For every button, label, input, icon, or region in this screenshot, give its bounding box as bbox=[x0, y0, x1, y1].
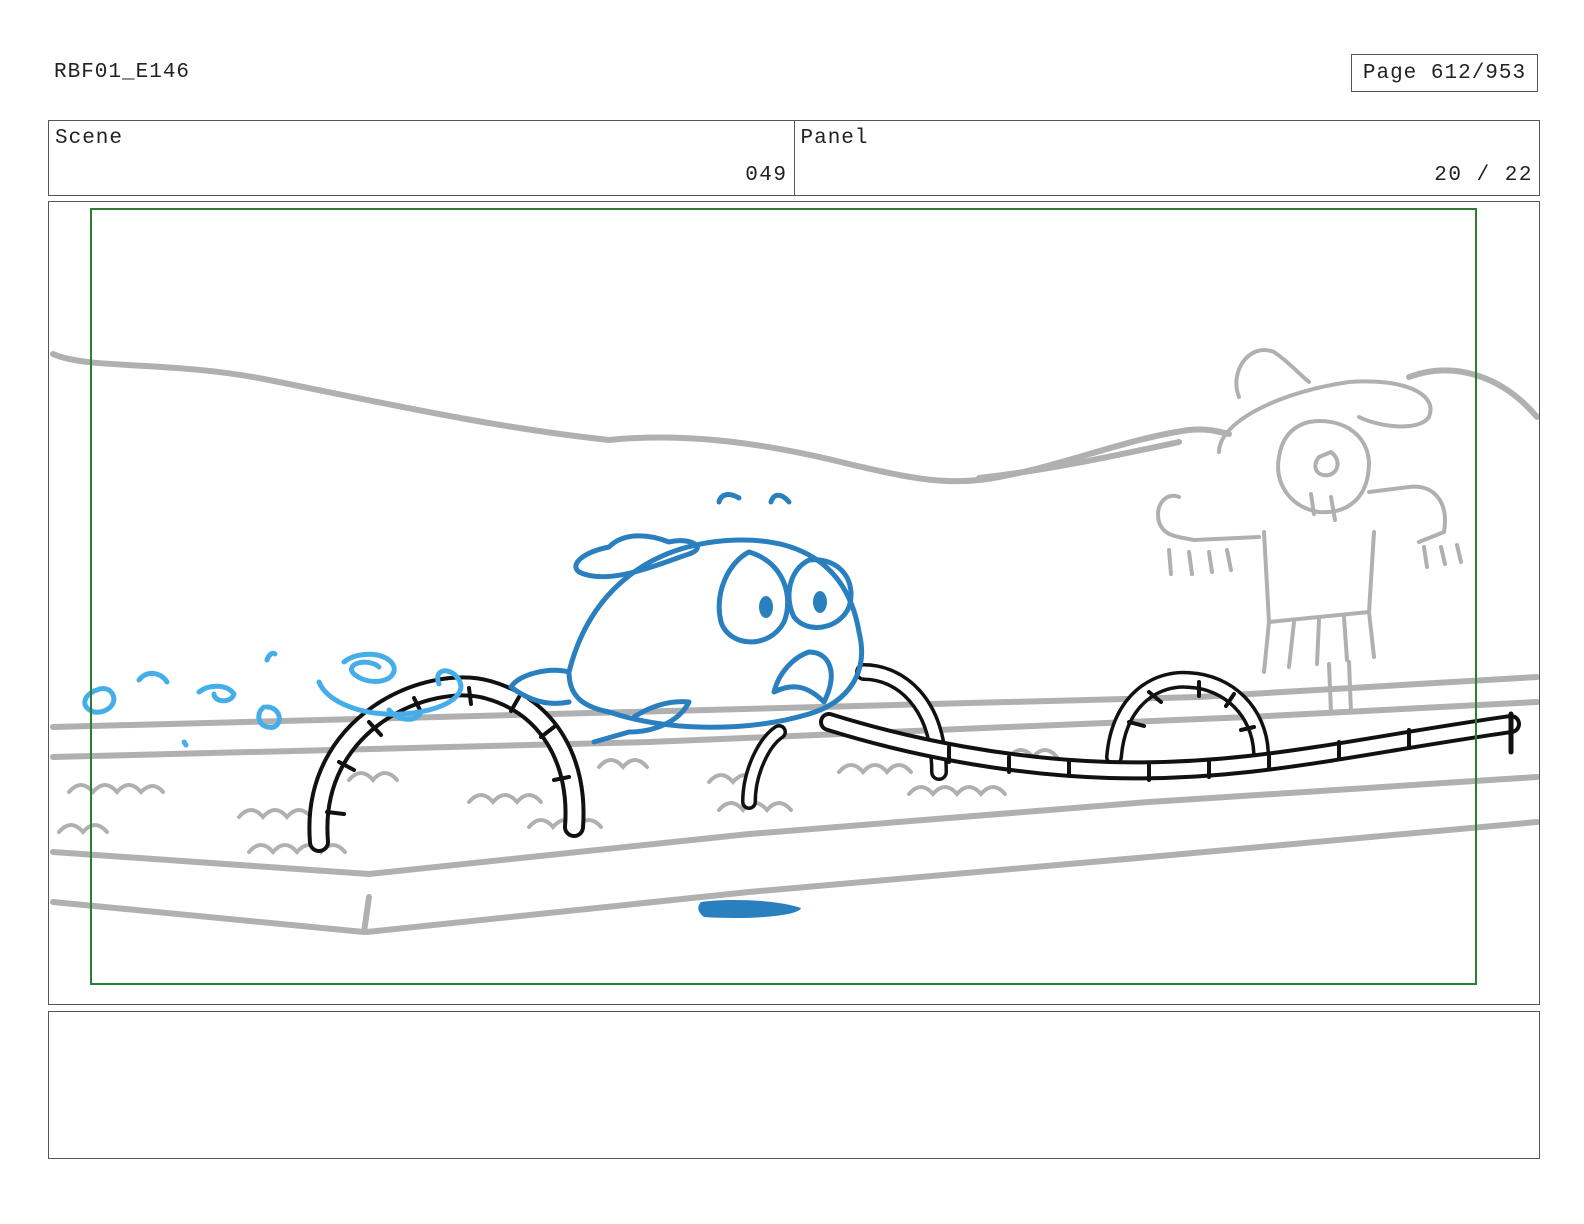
scarecrow bbox=[1156, 348, 1463, 716]
storyboard-panel bbox=[48, 201, 1540, 1005]
scene-number: 049 bbox=[745, 164, 788, 187]
scene-label: Scene bbox=[55, 127, 124, 150]
scene-panel-table: Scene 049 Panel 20 / 22 bbox=[48, 120, 1540, 196]
character-shadow bbox=[698, 900, 801, 918]
panel-number: 20 / 22 bbox=[1434, 164, 1533, 187]
panel-label: Panel bbox=[800, 127, 869, 150]
scene-cell: Scene 049 bbox=[49, 121, 794, 195]
panel-cell: Panel 20 / 22 bbox=[793, 121, 1540, 195]
notes-box bbox=[48, 1011, 1540, 1159]
storyboard-drawing bbox=[50, 208, 1539, 985]
doc-id: RBF01_E146 bbox=[54, 61, 191, 84]
page-number-box: Page 612/953 bbox=[1351, 54, 1538, 92]
